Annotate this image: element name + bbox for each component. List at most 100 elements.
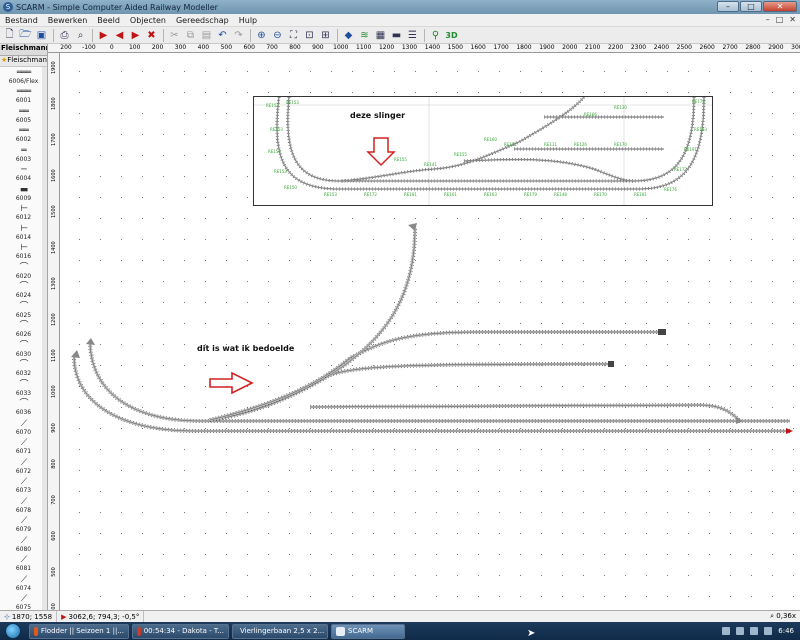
track-piece-6079[interactable]: ⟋ 6079 xyxy=(0,516,47,536)
undo-icon[interactable]: ↶ xyxy=(215,28,230,42)
bars-icon[interactable]: ☰ xyxy=(405,28,420,42)
save-icon[interactable]: ▣ xyxy=(34,28,49,42)
grid-icon[interactable]: ▦ xyxy=(373,28,388,42)
track-piece-6024[interactable]: ⌒ 6024 xyxy=(0,282,47,302)
print-preview-icon[interactable]: ⌕ xyxy=(73,28,88,42)
tray-language-icon xyxy=(722,627,731,635)
track-piece-6070[interactable]: ⟋ 6070 xyxy=(0,418,47,438)
track-piece-6033[interactable]: ⌒ 6033 xyxy=(0,379,47,399)
track-piece-icon: ═ xyxy=(21,145,27,156)
paste-icon[interactable]: ▤ xyxy=(199,28,214,42)
browser-icon xyxy=(137,626,141,636)
library-scrollbar[interactable] xyxy=(42,67,47,610)
track-bed xyxy=(209,362,614,422)
layout-canvas[interactable]: deze slinger RE153 RE153 RE153 RE153 RE153 RE… xyxy=(60,53,800,610)
track-tool-icon[interactable]: ⚲ xyxy=(428,28,443,42)
copy-icon[interactable]: ⧉ xyxy=(183,28,198,42)
zoom-fit-icon[interactable]: ⛶ xyxy=(286,28,301,42)
track-piece-6001[interactable]: ═══ 6001 xyxy=(0,87,47,107)
view-3d-icon[interactable]: 3D xyxy=(444,28,459,42)
zoom-100-icon[interactable]: ⊞ xyxy=(318,28,333,42)
track-library-panel: Fleischmann▾ ★Fleischmann- ═══ 6006/Flex… xyxy=(0,44,48,610)
track-piece-6002[interactable]: ══ 6002 xyxy=(0,126,47,146)
start-button[interactable] xyxy=(0,622,26,640)
task-scarm[interactable]: SCARM xyxy=(331,623,405,639)
play-icon[interactable]: ▶ xyxy=(96,28,111,42)
track-piece-6081[interactable]: ⟋ 6081 xyxy=(0,555,47,575)
track-piece-6025[interactable]: ⌒ 6025 xyxy=(0,301,47,321)
track-piece-6080[interactable]: ⟋ 6080 xyxy=(0,535,47,555)
track-piece-code: 6081 xyxy=(15,565,32,573)
track-piece-6016[interactable]: ⊢ 6016 xyxy=(0,243,47,263)
embed-track-branch[interactable] xyxy=(341,97,586,183)
track-piece-6020[interactable]: ⌒ 6020 xyxy=(0,262,47,282)
track-piece-6005[interactable]: ══ 6005 xyxy=(0,106,47,126)
track-label: RE111 xyxy=(544,142,557,147)
play-back-icon[interactable]: ◀ xyxy=(112,28,127,42)
task-vierlingerbaan[interactable]: Vierlingerbaan 2,5 x 2... xyxy=(232,623,328,639)
track-sleepers xyxy=(341,97,586,183)
menu-gereedschap[interactable]: Gereedschap xyxy=(171,16,234,25)
minimize-button[interactable]: – xyxy=(717,1,739,12)
track-sleepers xyxy=(88,342,790,423)
track-curve-branch[interactable] xyxy=(328,227,417,377)
task-flodder[interactable]: Flodder || Seizoen 1 ||... xyxy=(29,623,129,639)
layers-icon[interactable]: ◆ xyxy=(341,28,356,42)
close-button[interactable]: ✕ xyxy=(763,1,797,12)
track-piece-icon: ⟋ xyxy=(20,516,27,527)
track-piece-6030[interactable]: ⌒ 6030 xyxy=(0,340,47,360)
track-piece-6078[interactable]: ⟋ 6078 xyxy=(0,496,47,516)
track-piece-6004[interactable]: ─ 6004 xyxy=(0,165,47,185)
menu-beeld[interactable]: Beeld xyxy=(92,16,125,25)
scarm-app-icon xyxy=(336,626,345,636)
open-folder-icon[interactable]: 🗁 xyxy=(18,28,33,42)
print-icon[interactable]: ⎙ xyxy=(57,28,72,42)
task-dakota[interactable]: 00:54:34 - Dakota - T... xyxy=(132,623,229,639)
doc-restore-button[interactable]: □ xyxy=(776,15,784,24)
track-piece-6071[interactable]: ⟋ 6071 xyxy=(0,438,47,458)
cut-icon[interactable]: ✂ xyxy=(167,28,182,42)
menu-hulp[interactable]: Hulp xyxy=(234,16,262,25)
doc-close-button[interactable]: ✕ xyxy=(789,15,796,24)
track-piece-6074[interactable]: ⟋ 6074 xyxy=(0,574,47,594)
track-piece-6026[interactable]: ⌒ 6026 xyxy=(0,321,47,341)
toolbar: 🗋 🗁 ▣ ⎙ ⌕ ▶ ◀ ▶ ✖ ✂ ⧉ ▤ ↶ ↷ ⊕ ⊖ ⛶ ⊡ ⊞ ◆ … xyxy=(0,27,800,44)
redo-icon[interactable]: ↷ xyxy=(231,28,246,42)
delete-icon[interactable]: ✖ xyxy=(144,28,159,42)
track-piece-code: 6025 xyxy=(15,311,32,319)
play-forward-icon[interactable]: ▶ xyxy=(128,28,143,42)
menu-bestand[interactable]: Bestand xyxy=(0,16,43,25)
track-siding-long[interactable] xyxy=(309,402,742,423)
zoom-window-icon[interactable]: ⊡ xyxy=(302,28,317,42)
maximize-button[interactable]: □ xyxy=(740,1,762,12)
track-piece-6014[interactable]: ⊢ 6014 xyxy=(0,223,47,243)
track-piece-6073[interactable]: ⟋ 6073 xyxy=(0,477,47,497)
track-piece-flex[interactable]: ═══ 6006/Flex xyxy=(0,67,47,87)
manufacturer-select[interactable]: Fleischmann▾ xyxy=(0,44,47,56)
menu-objecten[interactable]: Objecten xyxy=(125,16,171,25)
track-piece-6012[interactable]: ⊢ 6012 xyxy=(0,204,47,224)
track-piece-6032[interactable]: ⌒ 6032 xyxy=(0,360,47,380)
ruler-tick-label: 1700 xyxy=(493,44,509,51)
track-piece-6036[interactable]: ⌒ 6036 xyxy=(0,399,47,419)
ruler-tick-label: 1000 xyxy=(51,385,57,398)
embed-track-siding2[interactable] xyxy=(463,158,635,183)
track-siding-short[interactable] xyxy=(209,362,614,422)
favorite-library[interactable]: ★Fleischmann- xyxy=(0,56,47,67)
ruler-icon[interactable]: ▬ xyxy=(389,28,404,42)
zoom-out-icon[interactable]: ⊖ xyxy=(270,28,285,42)
track-piece-6003[interactable]: ═ 6003 xyxy=(0,145,47,165)
ruler-tick-label: 1600 xyxy=(470,44,486,51)
menu-bewerken[interactable]: Bewerken xyxy=(43,16,93,25)
track-piece-6072[interactable]: ⟋ 6072 xyxy=(0,457,47,477)
track-piece-6009[interactable]: ▬ 6009 xyxy=(0,184,47,204)
embed-track-outer[interactable] xyxy=(275,97,706,191)
zoom-in-icon[interactable]: ⊕ xyxy=(254,28,269,42)
toolbar-separator xyxy=(250,28,251,42)
track-piece-6075[interactable]: ⟋ 6075 xyxy=(0,594,47,610)
new-file-icon[interactable]: 🗋 xyxy=(2,28,17,42)
track-loop-line[interactable] xyxy=(88,342,790,423)
doc-minimize-button[interactable]: – xyxy=(766,15,770,24)
layer-stack-icon[interactable]: ≋ xyxy=(357,28,372,42)
track-rail xyxy=(276,97,705,190)
